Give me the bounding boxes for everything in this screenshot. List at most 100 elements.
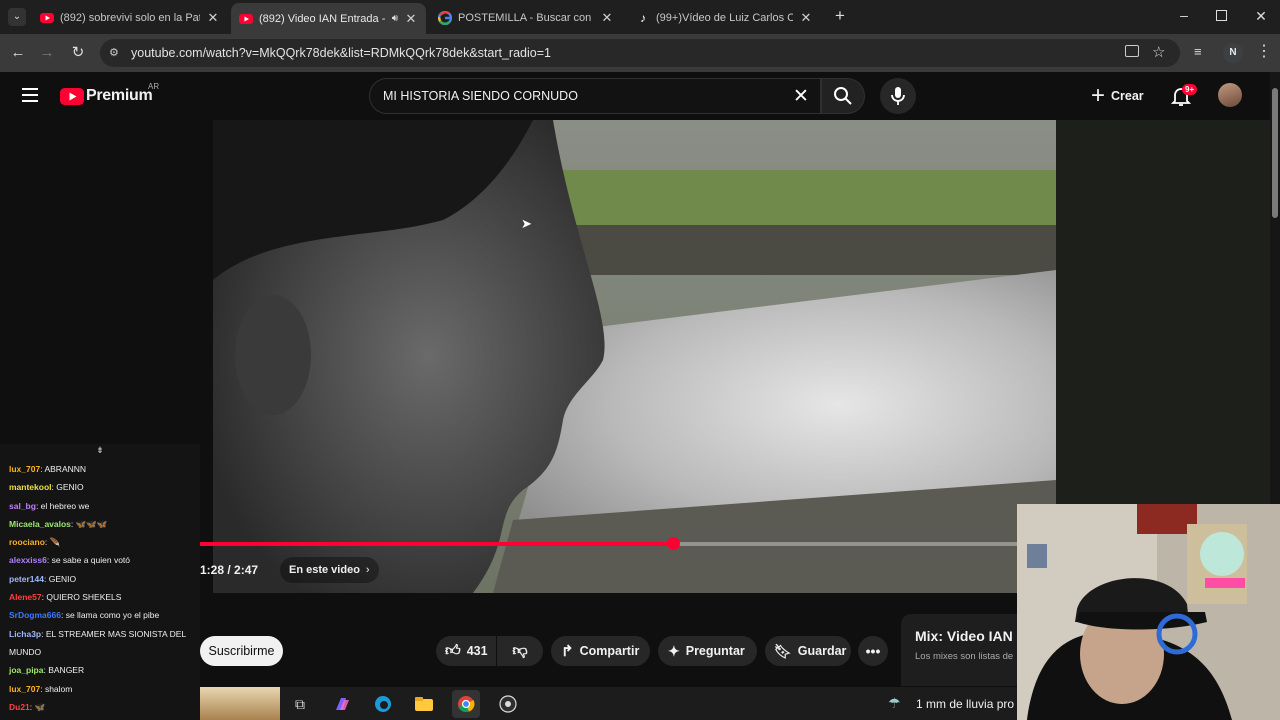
media-control-icon[interactable]: ≡ (1194, 45, 1208, 59)
task-view-icon[interactable]: ⧉ (286, 690, 314, 718)
restore-window-icon[interactable] (1216, 10, 1227, 21)
progress-scrubber-handle[interactable] (666, 537, 680, 550)
chat-text: 🦋 (34, 701, 46, 712)
chat-username[interactable]: Du21 (9, 702, 30, 712)
file-explorer-icon[interactable] (410, 690, 438, 718)
site-info-icon[interactable]: ⚙ (109, 46, 123, 60)
chat-text: GENIO (56, 482, 84, 493)
chat-username[interactable]: SrDogma666 (9, 610, 61, 620)
close-tab-icon[interactable]: ✕ (600, 10, 614, 26)
close-tab-icon[interactable]: ✕ (206, 10, 220, 26)
new-tab-button[interactable]: + (831, 7, 849, 25)
minimize-window-icon[interactable]: – (1176, 8, 1192, 23)
like-count: 431 (466, 644, 488, 658)
chat-message: Licha3p: EL STREAMER MAS SIONISTA DEL (0, 625, 200, 643)
more-horizontal-icon: ••• (865, 643, 881, 659)
video-player[interactable]: ➤ (213, 120, 1056, 593)
chat-username[interactable]: joa_pipa (9, 665, 43, 675)
browser-menu-icon[interactable]: ⋮ (1256, 42, 1272, 62)
voice-search-button[interactable] (880, 78, 916, 114)
dislike-button[interactable]: 👎︎ (497, 636, 543, 666)
tab-title: (99+)Vídeo de Luiz Carlos Card (656, 11, 793, 24)
hamburger-menu-icon[interactable] (22, 88, 38, 102)
tab-2[interactable]: POSTEMILLA - Buscar con Goog ✕ (430, 5, 622, 30)
chat-text: 🦋🦋🦋 (75, 518, 108, 529)
notifications-button[interactable]: 9+ (1170, 82, 1200, 110)
create-button[interactable]: + Crear (1084, 78, 1152, 114)
browser-toolbar: ← → ↻ ⚙ youtube.com/watch?v=MkQQrk78dek&… (0, 34, 1280, 72)
tab-title: (892) Video IAN Entrada - Y (259, 12, 388, 25)
chat-username[interactable]: Alene57 (9, 592, 42, 602)
subscribe-label: Suscribirme (208, 644, 275, 658)
close-tab-icon[interactable]: ✕ (799, 10, 813, 26)
chat-username[interactable]: lux_707 (9, 464, 40, 474)
mouse-cursor-icon: ➤ (521, 216, 532, 231)
chat-username[interactable]: lux_707 (9, 684, 40, 694)
progress-fill (200, 542, 673, 546)
chat-username[interactable]: roociano (9, 537, 45, 547)
save-button[interactable]: 🔖︎ Guardar (765, 636, 851, 666)
ask-button[interactable]: ✦ Preguntar (658, 636, 757, 666)
tab-search-button[interactable]: ⌄ (8, 8, 26, 26)
weather-text: 1 mm de lluvia pro (916, 697, 1015, 711)
chat-message: joa_pipa: BANGER (0, 661, 200, 679)
forward-arrow-icon[interactable]: → (36, 42, 58, 64)
streamer-webcam (1017, 504, 1280, 720)
chat-scroll-icon[interactable]: ⇟ (0, 444, 200, 460)
search-button[interactable] (821, 78, 865, 114)
save-label: Guardar (797, 644, 847, 658)
chat-username[interactable]: Licha3p (9, 629, 41, 639)
chat-text: GENIO (48, 573, 77, 584)
close-tab-icon[interactable]: ✕ (404, 11, 418, 27)
scrollbar-thumb[interactable] (1272, 88, 1278, 218)
video-time: 1:28 / 2:47 (200, 563, 259, 577)
share-button[interactable]: ↱ Compartir (551, 636, 650, 666)
edge-browser-icon[interactable] (369, 690, 397, 718)
speaker-icon[interactable]: 🔊︎ (392, 13, 398, 24)
chat-username[interactable]: sal_bg (9, 501, 36, 511)
youtube-premium-logo[interactable]: Premium AR (60, 82, 160, 108)
chat-username[interactable]: mantekool (9, 482, 52, 492)
bookmark-star-icon[interactable]: ☆ (1152, 43, 1165, 61)
chapters-button[interactable]: En este video › (280, 557, 379, 583)
install-app-icon[interactable] (1125, 45, 1139, 57)
close-window-icon[interactable]: ✕ (1254, 8, 1268, 24)
mix-playlist-card[interactable]: Mix: Video IAN Los mixes son listas de (901, 614, 1021, 686)
profile-avatar[interactable]: N (1223, 43, 1243, 63)
youtube-icon (40, 11, 54, 25)
like-button[interactable]: 👍︎ 431 (436, 636, 496, 666)
ask-label: Preguntar (685, 644, 745, 658)
tab-3[interactable]: ♪ (99+)Vídeo de Luiz Carlos Card ✕ (628, 5, 821, 30)
copilot-icon[interactable] (328, 690, 356, 718)
chat-username[interactable]: Micaela_avalos (9, 519, 71, 529)
tab-1[interactable]: (892) Video IAN Entrada - Y 🔊︎ ✕ (231, 3, 426, 34)
back-arrow-icon[interactable]: ← (7, 42, 29, 64)
taskbar-widget-thumbnail[interactable] (200, 687, 280, 720)
chat-username[interactable]: alexxiss6 (9, 555, 47, 565)
chat-message: roociano: 🪶 (0, 533, 200, 551)
video-progress-bar[interactable] (200, 537, 1018, 550)
address-bar[interactable]: ⚙ youtube.com/watch?v=MkQQrk78dek&list=R… (100, 39, 1180, 67)
video-frame-image (213, 120, 1056, 593)
youtube-header: Premium AR MI HISTORIA SIENDO CORNUDO ✕ … (0, 72, 1270, 120)
more-actions-button[interactable]: ••• (858, 636, 888, 666)
chapters-label: En este video (289, 564, 360, 576)
reload-icon[interactable]: ↻ (67, 42, 89, 64)
search-input[interactable]: MI HISTORIA SIENDO CORNUDO ✕ (369, 78, 821, 114)
windows-taskbar: ⧉ ☂ 1 mm de lluvia pro (200, 687, 1020, 720)
chat-message: Alene57: QUIERO SHEKELS (0, 588, 200, 606)
chat-message: Micaela_avalos: 🦋🦋🦋 (0, 515, 200, 533)
search-icon (834, 87, 852, 105)
clear-search-icon[interactable]: ✕ (793, 85, 809, 108)
share-arrow-icon: ↱ (561, 643, 574, 660)
account-avatar[interactable] (1218, 83, 1242, 107)
chrome-icon[interactable] (452, 690, 480, 718)
chat-username[interactable]: peter144 (9, 574, 44, 584)
chat-text: EL STREAMER MAS SIONISTA DEL (45, 628, 187, 639)
chat-message: SrDogma666: se llama como yo el pibe (0, 606, 200, 624)
subscribe-button[interactable]: Suscribirme (200, 636, 283, 666)
youtube-icon (239, 12, 253, 26)
tab-0[interactable]: (892) sobrevivi solo en la Patag ✕ (32, 5, 228, 30)
obs-studio-icon[interactable] (494, 690, 522, 718)
stream-chat-overlay: ⇟ lux_707: ABRANNN mantekool: GENIO sal_bg… (0, 444, 200, 720)
